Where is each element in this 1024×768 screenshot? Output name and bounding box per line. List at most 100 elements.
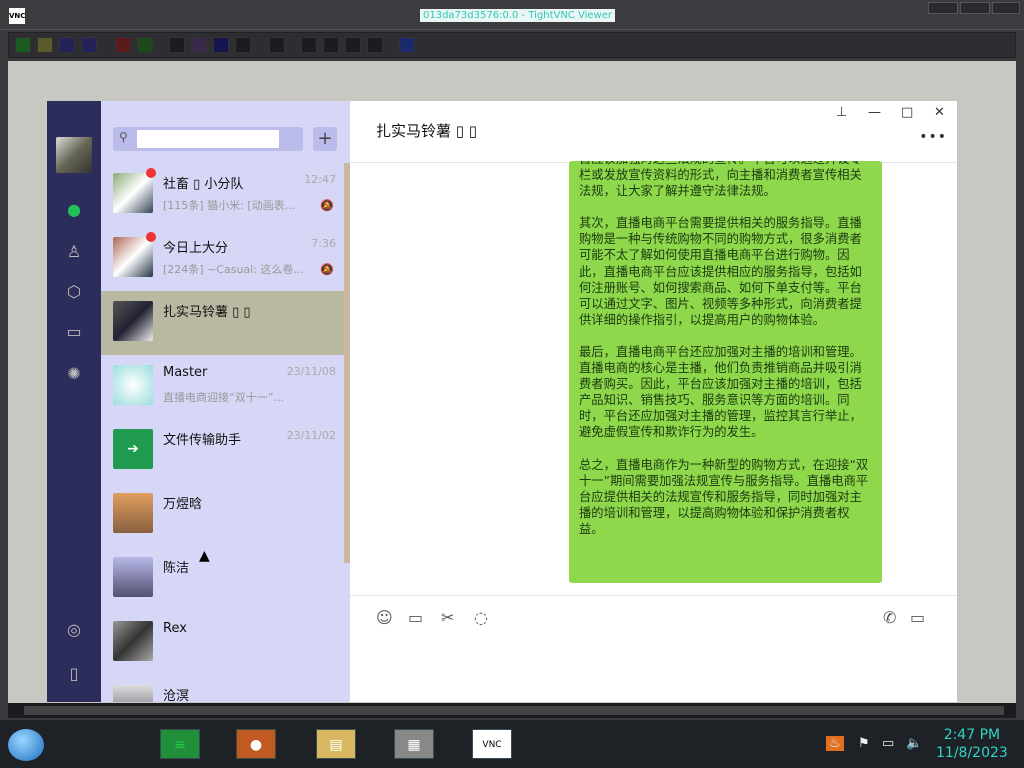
contact-avatar bbox=[113, 685, 153, 702]
unread-badge bbox=[146, 232, 156, 242]
chat-time: 7:36 bbox=[311, 237, 336, 250]
minimize-icon[interactable]: — bbox=[868, 105, 881, 120]
mute-icon: 🔕 bbox=[320, 263, 334, 276]
chat-time: 12:47 bbox=[304, 173, 336, 186]
chat-list: ⚲ + 社畜 ▯ 小分队 [115条] 猫小米: [动画表... 12:47 🔕… bbox=[101, 101, 350, 702]
window-title: 013da73d3576:0.0 - TightVNC Viewer bbox=[420, 9, 615, 22]
save-icon[interactable] bbox=[37, 37, 53, 53]
vnc-viewer-icon[interactable]: VNC bbox=[472, 729, 512, 759]
contacts-icon[interactable]: ♙ bbox=[63, 241, 85, 263]
chat-bubble-icon[interactable]: ◌ bbox=[474, 608, 488, 627]
zoom-out-icon[interactable] bbox=[323, 37, 339, 53]
folder-icon[interactable]: ▭ bbox=[63, 321, 85, 343]
maximize-icon[interactable]: □ bbox=[901, 105, 913, 120]
vnc-toolbar bbox=[8, 32, 1016, 58]
network-icon[interactable]: ▭ bbox=[882, 736, 894, 751]
taskbar: ≡ ● ▤ ▦ VNC ♨ ⚑ ▭ 🔈 2:47 PM 11/8/2023 bbox=[0, 720, 1024, 768]
chat-item[interactable]: ➔ 文件传输助手 23/11/02 bbox=[101, 419, 344, 483]
chat-item[interactable]: 沧溟 bbox=[101, 675, 344, 702]
contact-avatar bbox=[113, 557, 153, 597]
clock-date: 11/8/2023 bbox=[936, 745, 1008, 761]
chat-preview: [115条] 猫小米: [动画表... bbox=[163, 199, 296, 212]
firewall-icon[interactable]: ▦ bbox=[394, 729, 434, 759]
maximize-button[interactable] bbox=[960, 2, 990, 14]
moments-icon[interactable]: ✺ bbox=[63, 363, 85, 385]
ctrl-icon[interactable] bbox=[213, 37, 229, 53]
folder-icon[interactable]: ▭ bbox=[408, 608, 423, 627]
mouse-cursor-icon: ▲ bbox=[199, 548, 210, 564]
close-icon[interactable]: ✕ bbox=[934, 105, 945, 120]
chat-name: 社畜 ▯ 小分队 bbox=[163, 177, 244, 192]
options-icon[interactable] bbox=[59, 37, 75, 53]
pin-icon[interactable]: ⊥ bbox=[836, 105, 847, 120]
chat-name: 文件传输助手 bbox=[163, 433, 242, 448]
scrollbar-thumb[interactable] bbox=[24, 706, 1004, 715]
message-bubble: 首应该加强对这些法规的宣传。平台可以通过开设专栏或发放宣传资料的形式，向主播和消… bbox=[569, 161, 882, 583]
chat-panel: 扎实马铃薯 ▯ ▯ ⊥ — □ ✕ ••• 首应该加强对这些法规的宣传。平台可以… bbox=[350, 101, 957, 702]
chat-icon[interactable]: ● bbox=[63, 199, 85, 221]
start-menu-icon[interactable] bbox=[191, 37, 207, 53]
close-button[interactable] bbox=[992, 2, 1020, 14]
chat-item[interactable]: 万煜晗 bbox=[101, 483, 344, 547]
search-input[interactable] bbox=[137, 130, 279, 148]
vnc-title-bar: VNC 013da73d3576:0.0 - TightVNC Viewer bbox=[0, 0, 1024, 30]
mini-program-icon[interactable]: ◎ bbox=[63, 619, 85, 641]
chat-preview: [224条] ~Casual: 这么卷... bbox=[163, 263, 304, 276]
message-paragraph: 总之，直播电商作为一种新型的购物方式，在迎接“双十一”期间需要加强法规宣传与服务… bbox=[579, 457, 869, 536]
chat-name: Rex bbox=[163, 621, 187, 636]
unread-badge bbox=[146, 168, 156, 178]
volume-icon[interactable]: 🔈 bbox=[906, 736, 922, 751]
chat-item[interactable]: Rex bbox=[101, 611, 344, 675]
phone-call-icon[interactable]: ✆ bbox=[883, 608, 896, 627]
zoom-fit-icon[interactable] bbox=[367, 37, 383, 53]
search-icon: ⚲ bbox=[119, 130, 128, 144]
chat-item[interactable]: 陈洁 bbox=[101, 547, 344, 611]
transfer-icon[interactable] bbox=[269, 37, 285, 53]
search-box[interactable]: ⚲ bbox=[113, 127, 303, 151]
chat-item[interactable]: 今日上大分 [224条] ~Casual: 这么卷... 7:36 🔕 bbox=[101, 227, 344, 291]
contact-avatar bbox=[113, 493, 153, 533]
avatar[interactable] bbox=[56, 137, 92, 173]
video-call-icon[interactable]: ▭ bbox=[910, 608, 925, 627]
chat-time: 23/11/08 bbox=[286, 365, 336, 378]
pause-icon[interactable] bbox=[115, 37, 131, 53]
emoji-icon[interactable]: ☺ bbox=[376, 608, 393, 627]
minimize-button[interactable] bbox=[928, 2, 958, 14]
message-paragraph: 最后，直播电商平台还应加强对主播的培训和管理。直播电商的核心是主播，他们负责推销… bbox=[579, 344, 862, 440]
file-explorer-icon[interactable]: ▤ bbox=[316, 729, 356, 759]
mute-icon: 🔕 bbox=[320, 199, 334, 212]
notes-app-icon[interactable]: ≡ bbox=[160, 729, 200, 759]
zoom-100-icon[interactable] bbox=[345, 37, 361, 53]
alt-icon[interactable] bbox=[235, 37, 251, 53]
new-connection-icon[interactable] bbox=[15, 37, 31, 53]
refresh-icon[interactable] bbox=[137, 37, 153, 53]
fullscreen-icon[interactable] bbox=[399, 37, 415, 53]
file-transfer-icon: ➔ bbox=[113, 429, 153, 469]
zoom-in-icon[interactable] bbox=[301, 37, 317, 53]
wechat-window: ● ♙ ⬡ ▭ ✺ ◎ ▯ ⚲ + 社畜 ▯ 小分队 [115条] 猫小米: [… bbox=[47, 101, 957, 702]
chat-name: 万煜晗 bbox=[163, 497, 203, 512]
box-icon[interactable]: ⬡ bbox=[63, 281, 85, 303]
chat-item[interactable]: 社畜 ▯ 小分队 [115条] 猫小米: [动画表... 12:47 🔕 bbox=[101, 163, 344, 227]
chat-item[interactable]: Master 直播电商迎接“双十一”... 23/11/08 bbox=[101, 355, 344, 419]
firefox-icon[interactable]: ● bbox=[236, 729, 276, 759]
flag-icon[interactable]: ⚑ bbox=[858, 736, 870, 751]
start-button[interactable] bbox=[8, 729, 44, 761]
clock-time: 2:47 PM bbox=[943, 727, 1001, 743]
add-button[interactable]: + bbox=[313, 127, 337, 151]
java-icon[interactable]: ♨ bbox=[826, 736, 844, 751]
wechat-nav: ● ♙ ⬡ ▭ ✺ ◎ ▯ bbox=[47, 101, 101, 702]
info-icon[interactable] bbox=[81, 37, 97, 53]
ctrl-alt-del-icon[interactable] bbox=[169, 37, 185, 53]
horizontal-scrollbar[interactable] bbox=[8, 703, 1016, 718]
compose-area[interactable]: ☺ ▭ ✂ ◌ ✆ ▭ bbox=[350, 595, 957, 702]
phone-icon[interactable]: ▯ bbox=[63, 663, 85, 685]
clock[interactable]: 2:47 PM 11/8/2023 bbox=[936, 726, 1008, 762]
chat-time: 23/11/02 bbox=[286, 429, 336, 442]
chat-name: 今日上大分 bbox=[163, 241, 229, 256]
scissors-icon[interactable]: ✂ bbox=[441, 608, 454, 627]
chat-name: Master bbox=[163, 365, 208, 380]
chat-item-selected[interactable]: 扎实马铃薯 ▯ ▯ bbox=[101, 291, 344, 355]
more-icon[interactable]: ••• bbox=[919, 129, 947, 145]
contact-avatar bbox=[113, 301, 153, 341]
